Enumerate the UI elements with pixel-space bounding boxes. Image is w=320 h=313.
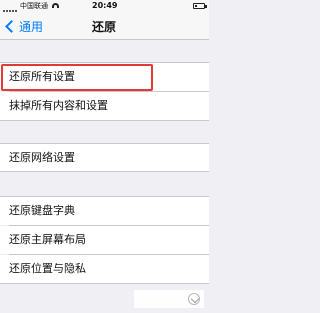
reset-section-bottom-divider — [0, 283, 209, 284]
carrier-name: 中国联通 — [20, 2, 48, 10]
chevron-left-icon — [5, 19, 18, 33]
reset-network-settings-label: 还原网络设置 — [9, 151, 75, 164]
back-button[interactable]: 通用 — [2, 16, 43, 36]
signal-icon — [3, 4, 19, 12]
section-bottom-divider — [0, 120, 209, 121]
back-button-label: 通用 — [19, 19, 44, 34]
highlight-box — [1, 64, 153, 91]
wifi-icon — [52, 3, 59, 8]
reset-location-privacy-label: 还原位置与隐私 — [9, 262, 86, 275]
network-section-bottom-divider — [0, 171, 209, 172]
watermark-logo-icon — [188, 293, 200, 305]
reset-keyboard-dictionary-cell[interactable]: 还原键盘字典 — [0, 197, 209, 225]
reset-home-layout-cell[interactable]: 还原主屏幕布局 — [0, 226, 209, 254]
watermark — [134, 290, 204, 308]
erase-all-content-cell[interactable]: 抹掉所有内容和设置 — [0, 92, 209, 120]
status-bar: 中国联通 20:49 — [0, 0, 209, 12]
erase-all-content-label: 抹掉所有内容和设置 — [9, 99, 108, 112]
battery-icon — [193, 3, 207, 9]
reset-home-layout-label: 还原主屏幕布局 — [9, 233, 86, 246]
battery-fill — [195, 5, 197, 7]
navigation-bar: 通用 还原 — [0, 12, 209, 40]
reset-keyboard-dictionary-label: 还原键盘字典 — [9, 204, 75, 217]
page-title: 还原 — [91, 20, 116, 34]
status-time: 20:49 — [92, 1, 118, 10]
reset-location-privacy-cell[interactable]: 还原位置与隐私 — [0, 255, 209, 283]
reset-network-settings-cell[interactable]: 还原网络设置 — [0, 144, 209, 171]
